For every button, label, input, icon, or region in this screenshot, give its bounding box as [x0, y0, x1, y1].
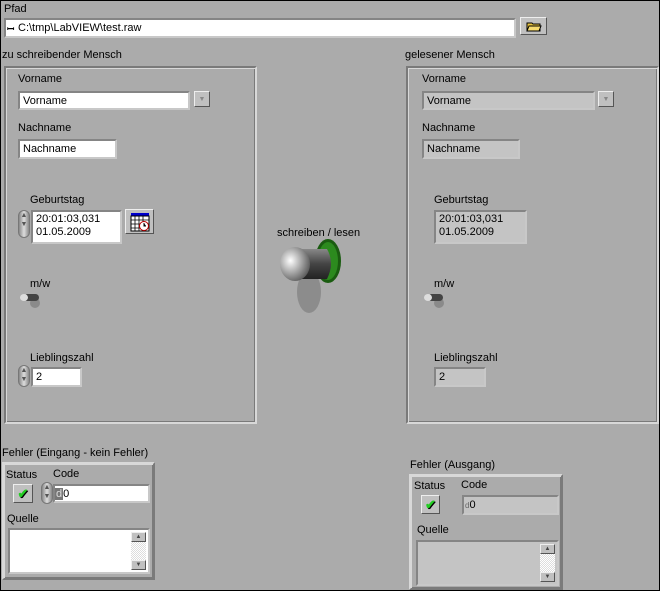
- error-in-code-label: Code: [53, 468, 80, 480]
- reader-mw-indicator: [424, 294, 444, 308]
- reader-cluster-title: gelesener Mensch: [405, 49, 495, 61]
- reader-nachname-display: Nachname: [422, 139, 520, 159]
- error-out-source-display: ▲ ▼: [416, 540, 559, 586]
- reader-geburtstag-label: Geburtstag: [434, 194, 489, 206]
- path-icon: ꟷ: [7, 24, 15, 34]
- chevron-down-icon: ▼: [602, 95, 610, 103]
- writer-cluster-title: zu schreibender Mensch: [2, 49, 122, 61]
- writer-geburtstag-input[interactable]: 20:01:03,031 01.05.2009: [31, 210, 122, 244]
- writer-vorname-dropdown[interactable]: ▼: [194, 91, 210, 107]
- reader-geburtstag-display: 20:01:03,031 01.05.2009: [434, 210, 527, 244]
- scroll-down-button[interactable]: ▼: [540, 572, 555, 582]
- reader-vorname-dropdown[interactable]: ▼: [598, 91, 614, 107]
- writer-lieblingszahl-input[interactable]: 2: [31, 367, 82, 387]
- radix-indicator: d: [55, 488, 64, 500]
- writer-geburtstag-label: Geburtstag: [30, 194, 85, 206]
- reader-lieblingszahl-display: 2: [434, 367, 486, 387]
- error-out-source-label: Quelle: [417, 524, 449, 536]
- calendar-icon: [130, 212, 149, 231]
- reader-vorname-display: Vorname: [422, 91, 595, 110]
- error-out-code-value: 0: [469, 499, 476, 511]
- error-out-code-label: Code: [461, 479, 488, 491]
- path-input[interactable]: ꟷ C:\tmp\LabVIEW\test.raw: [4, 18, 516, 38]
- write-read-switch[interactable]: [277, 237, 345, 315]
- writer-date: 01.05.2009: [36, 226, 92, 238]
- error-in-status-label: Status: [6, 469, 38, 481]
- error-out-status-indicator: ✔: [421, 495, 440, 514]
- error-out-scrollbar[interactable]: ▲ ▼: [540, 544, 555, 582]
- scroll-up-button[interactable]: ▲: [540, 544, 555, 554]
- scroll-down-button[interactable]: ▼: [131, 560, 146, 570]
- reader-vorname-label: Vorname: [422, 73, 467, 85]
- error-in-status-checkbox[interactable]: ✔: [13, 484, 33, 503]
- calendar-button[interactable]: [125, 209, 154, 234]
- writer-mw-toggle[interactable]: [18, 289, 44, 309]
- scroll-up-button[interactable]: ▲: [131, 532, 146, 542]
- writer-nachname-label: Nachname: [18, 122, 72, 134]
- writer-lieblingszahl-stepper[interactable]: ▲ ▼: [18, 365, 30, 387]
- reader-time: 20:01:03,031: [439, 213, 504, 225]
- front-panel: Pfad ꟷ C:\tmp\LabVIEW\test.raw zu schrei…: [0, 0, 660, 591]
- reader-date: 01.05.2009: [439, 226, 495, 238]
- chevron-down-icon: ▼: [198, 95, 206, 103]
- error-out-title: Fehler (Ausgang): [410, 459, 495, 471]
- reader-lieblingszahl-label: Lieblingszahl: [434, 352, 498, 364]
- folder-icon: [525, 22, 542, 31]
- path-value: C:\tmp\LabVIEW\test.raw: [18, 22, 142, 34]
- browse-button[interactable]: [520, 17, 547, 35]
- writer-time: 20:01:03,031: [36, 213, 101, 225]
- error-in-source-input[interactable]: ▲ ▼: [8, 528, 150, 574]
- error-in-code-input[interactable]: d0: [53, 484, 150, 503]
- writer-vorname-label: Vorname: [18, 73, 63, 85]
- writer-geburtstag-stepper[interactable]: ▲ ▼: [18, 210, 30, 238]
- writer-vorname-input[interactable]: Vorname: [18, 91, 190, 110]
- writer-lieblingszahl-label: Lieblingszahl: [30, 352, 94, 364]
- error-in-code-value: 0: [63, 488, 70, 500]
- error-in-code-stepper[interactable]: ▲ ▼: [41, 482, 53, 504]
- checkmark-icon: ✔: [17, 485, 29, 501]
- reader-nachname-label: Nachname: [422, 122, 476, 134]
- error-in-scrollbar[interactable]: ▲ ▼: [131, 532, 146, 570]
- path-label: Pfad: [4, 3, 27, 15]
- error-out-status-label: Status: [414, 480, 446, 492]
- error-in-source-label: Quelle: [7, 513, 39, 525]
- checkmark-icon: ✔: [425, 496, 436, 512]
- error-out-code-display: d0: [462, 495, 559, 515]
- writer-nachname-input[interactable]: Nachname: [18, 139, 117, 159]
- error-in-title: Fehler (Eingang - kein Fehler): [2, 447, 149, 459]
